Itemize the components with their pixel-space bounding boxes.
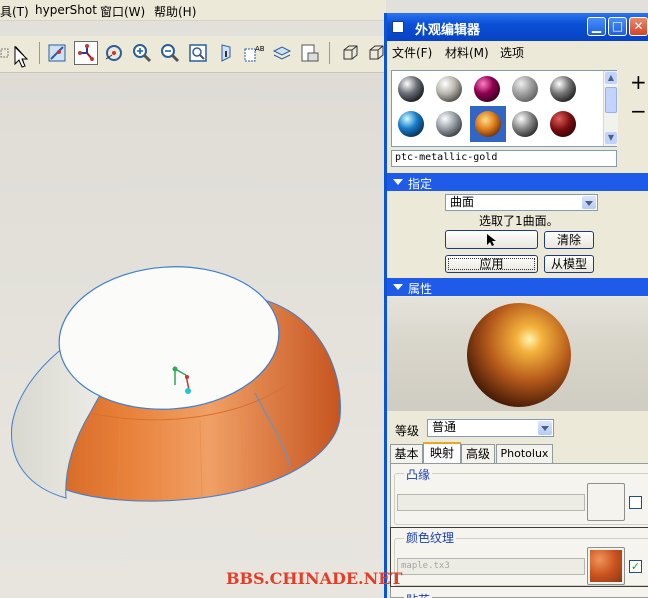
maximize-button[interactable]: □ — [608, 17, 627, 36]
material-swatch[interactable] — [550, 76, 576, 102]
mouse-cursor-icon — [14, 46, 29, 68]
gold-swatch[interactable] — [475, 111, 501, 137]
refit-icon[interactable] — [186, 41, 210, 65]
color-texture-enable-checkbox[interactable]: ✓ — [629, 560, 642, 573]
material-swatch[interactable] — [436, 76, 462, 102]
layers-icon[interactable] — [270, 41, 294, 65]
menu-window[interactable]: 窗口(W) — [100, 3, 145, 20]
properties-section-header[interactable]: 属性 — [387, 278, 648, 296]
menu-material[interactable]: 材料(M) — [445, 44, 489, 61]
add-material-button[interactable]: + — [630, 72, 647, 92]
material-swatch[interactable] — [436, 111, 462, 137]
collapse-arrow-icon — [393, 284, 403, 290]
level-select[interactable]: 普通 — [427, 419, 554, 437]
selection-status: 选取了1曲面。 — [479, 214, 559, 228]
svg-text:AB: AB — [255, 45, 265, 53]
zoom-in-icon[interactable] — [130, 41, 154, 65]
color-texture-button[interactable] — [587, 547, 625, 585]
select-button[interactable] — [445, 230, 538, 249]
saved-views-icon[interactable]: AB — [242, 41, 266, 65]
level-label: 等级 — [395, 424, 420, 438]
assign-type-value: 曲面 — [450, 195, 475, 209]
datum-display-icon[interactable] — [74, 41, 98, 65]
bump-label: 凸缘 — [404, 466, 433, 483]
tab-advanced[interactable]: 高级 — [461, 444, 495, 463]
wireframe-icon[interactable] — [338, 41, 362, 65]
hidden-line-icon[interactable] — [45, 41, 69, 65]
tab-basic[interactable]: 基本 — [390, 444, 423, 463]
minimize-button[interactable]: ▁ — [587, 17, 606, 36]
remove-material-button[interactable]: − — [630, 101, 647, 121]
close-icon: ✕ — [633, 19, 644, 33]
menu-tools[interactable]: 具(T) — [0, 3, 29, 20]
menu-bar: 具(T) hyperShot 窗口(W) 帮助(H) — [0, 0, 386, 21]
spin-center-icon[interactable] — [102, 41, 126, 65]
scroll-thumb[interactable] — [605, 87, 617, 113]
menu-options[interactable]: 选项 — [500, 44, 524, 61]
menu-help[interactable]: 帮助(H) — [154, 3, 196, 20]
view-manager-icon[interactable] — [298, 41, 322, 65]
material-swatch[interactable] — [512, 76, 538, 102]
bump-map-field[interactable] — [397, 494, 585, 511]
cursor-arrow-icon — [486, 234, 496, 246]
material-swatch[interactable] — [474, 76, 500, 102]
model-graphics — [11, 266, 341, 502]
decal-label: 贴花 — [404, 591, 433, 598]
appearance-editor-dialog: 外观编辑器 ▁ □ ✕ 文件(F) 材料(M) 选项 ▲ ▼ + − ptc-m… — [384, 13, 648, 598]
color-texture-file-field[interactable]: maple.tx3 — [397, 558, 585, 575]
tab-mapping[interactable]: 映射 — [423, 442, 461, 463]
color-texture-label: 颜色纹理 — [404, 529, 457, 546]
close-button[interactable]: ✕ — [629, 17, 648, 36]
dialog-titlebar[interactable]: 外观编辑器 ▁ □ ✕ — [387, 13, 648, 41]
material-swatch[interactable] — [398, 76, 424, 102]
material-swatch[interactable] — [550, 111, 576, 137]
from-model-button[interactable]: 从模型 — [544, 255, 594, 273]
dialog-title: 外观编辑器 — [415, 23, 481, 38]
level-value: 普通 — [432, 420, 457, 434]
palette-scrollbar[interactable]: ▲ ▼ — [603, 71, 618, 146]
tab-photolux[interactable]: Photolux — [496, 444, 553, 463]
preview-sphere — [467, 303, 571, 407]
menu-hypershot[interactable]: hyperShot — [35, 3, 97, 17]
dialog-app-icon — [392, 21, 404, 33]
clear-button[interactable]: 清除 — [544, 231, 594, 249]
collapse-arrow-icon — [393, 179, 403, 185]
model-viewport[interactable] — [0, 73, 384, 598]
scroll-down-icon[interactable]: ▼ — [605, 132, 617, 144]
apply-button[interactable]: 应用 — [445, 255, 538, 273]
assign-type-select[interactable]: 曲面 — [445, 194, 598, 211]
material-swatch[interactable] — [398, 111, 424, 137]
watermark: BBS.CHINADE.NET — [226, 569, 403, 588]
material-name-field[interactable]: ptc-metallic-gold — [391, 150, 617, 167]
toolbar: AB — [0, 36, 386, 73]
material-preview — [387, 297, 648, 411]
bump-enable-checkbox[interactable] — [629, 496, 642, 509]
assign-section-header[interactable]: 指定 — [387, 173, 648, 191]
chevron-down-icon — [582, 196, 596, 209]
maple-texture-thumbnail — [590, 550, 622, 582]
zoom-out-icon[interactable] — [158, 41, 182, 65]
scroll-up-icon[interactable]: ▲ — [605, 72, 617, 84]
bump-map-button[interactable] — [587, 483, 625, 521]
selected-material-highlight — [470, 106, 506, 142]
reorient-icon[interactable] — [214, 41, 238, 65]
assign-section-label: 指定 — [408, 177, 433, 191]
minimize-icon: ▁ — [591, 19, 602, 33]
maximize-icon: □ — [611, 19, 624, 33]
menu-file[interactable]: 文件(F) — [392, 44, 432, 61]
chevron-down-icon — [538, 421, 552, 435]
properties-section-label: 属性 — [408, 282, 433, 296]
material-palette[interactable]: ▲ ▼ — [391, 70, 618, 147]
material-swatch[interactable] — [512, 111, 538, 137]
